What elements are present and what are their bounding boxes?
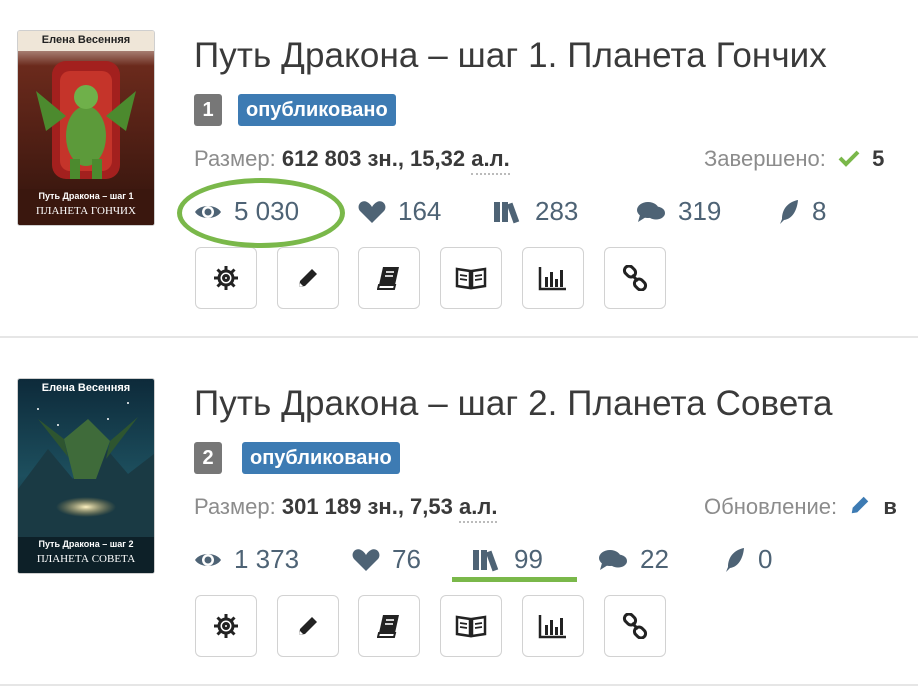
views-stat: 1 373 <box>194 544 299 575</box>
status-badge: опубликовано <box>242 442 400 474</box>
settings-button[interactable] <box>195 595 257 657</box>
library-stat: 283 <box>493 196 578 227</box>
completion-value: 5 <box>872 146 885 171</box>
heart-icon <box>358 200 386 223</box>
library-stat: 99 <box>472 544 543 575</box>
comments-icon <box>637 201 665 222</box>
link-button[interactable] <box>604 247 666 309</box>
open-book-icon <box>455 615 487 638</box>
feather-icon <box>780 199 798 224</box>
statistics-button[interactable] <box>522 595 584 657</box>
library-count: 283 <box>535 196 579 226</box>
rewards-stat: 0 <box>724 544 772 575</box>
link-button[interactable] <box>604 595 666 657</box>
book-icon <box>377 615 399 638</box>
cover-subtitle: Путь Дракона – шаг 2 <box>38 539 134 549</box>
comments-icon <box>599 549 627 570</box>
size-value: 301 189 зн., 7,53 <box>281 494 453 519</box>
library-icon <box>494 201 520 223</box>
book-title[interactable]: Путь Дракона – шаг 1. Планета Гончих <box>194 36 827 76</box>
settings-button[interactable] <box>195 247 257 309</box>
rewards-stat: 8 <box>778 196 826 227</box>
rewards-count: 8 <box>812 196 827 226</box>
likes-stat: 76 <box>352 544 421 575</box>
pencil-icon <box>852 496 869 514</box>
size-info: Размер: 612 803 зн., 15,32 а.л. <box>194 146 510 175</box>
cover-subtitle: Путь Дракона – шаг 1 <box>38 191 134 201</box>
edit-button[interactable] <box>277 247 339 309</box>
update-label: Обновление: <box>704 494 838 519</box>
chart-icon <box>538 615 566 639</box>
cover-author: Елена Весенняя <box>41 382 131 394</box>
status-badge: опубликовано <box>238 94 396 126</box>
likes-count: 164 <box>398 196 442 226</box>
book-card-1: Елена Весенняя Путь Дракона – шаг 1 ПЛАН… <box>0 0 918 340</box>
views-highlight-circle <box>177 178 345 248</box>
comments-stat: 22 <box>598 544 669 575</box>
comments-stat: 319 <box>636 196 721 227</box>
book-cover[interactable]: Елена Весенняя Путь Дракона – шаг 1 ПЛАН… <box>17 30 155 226</box>
book-button[interactable] <box>358 247 420 309</box>
book-title[interactable]: Путь Дракона – шаг 2. Планета Совета <box>194 384 833 424</box>
library-highlight-underline <box>452 577 577 582</box>
update-value: в <box>883 494 897 519</box>
feather-icon <box>726 547 744 572</box>
link-icon <box>622 265 648 291</box>
divider <box>0 336 918 338</box>
book-cover[interactable]: Елена Весенняя Путь Дракона – шаг 2 ПЛАН… <box>17 378 155 574</box>
completion-label: Завершено: <box>704 146 826 171</box>
link-icon <box>622 613 648 639</box>
size-label: Размер: <box>194 494 276 519</box>
gear-icon <box>214 614 238 638</box>
chart-icon <box>538 267 566 291</box>
book-card-2: Елена Весенняя Путь Дракона – шаг 2 ПЛАН… <box>0 348 918 688</box>
read-button[interactable] <box>440 247 502 309</box>
size-label: Размер: <box>194 146 276 171</box>
library-count: 99 <box>514 544 543 574</box>
read-button[interactable] <box>440 595 502 657</box>
size-unit[interactable]: а.л. <box>471 146 510 175</box>
open-book-icon <box>455 267 487 290</box>
book-number-badge: 1 <box>194 94 222 126</box>
completion-status: Завершено: 5 <box>704 146 884 172</box>
update-status: Обновление: в <box>704 494 897 520</box>
size-info: Размер: 301 189 зн., 7,53 а.л. <box>194 494 498 523</box>
divider <box>0 684 918 686</box>
library-icon <box>473 549 499 571</box>
book-button[interactable] <box>358 595 420 657</box>
size-unit[interactable]: а.л. <box>459 494 498 523</box>
views-count: 1 373 <box>234 544 300 574</box>
pencil-icon <box>299 617 317 635</box>
book-icon <box>377 267 399 290</box>
pencil-icon <box>299 269 317 287</box>
cover-title: ПЛАНЕТА ГОНЧИХ <box>36 205 136 217</box>
heart-icon <box>352 548 380 571</box>
cover-title: ПЛАНЕТА СОВЕТА <box>36 553 136 565</box>
cover-author: Елена Весенняя <box>41 34 131 46</box>
book-number-badge: 2 <box>194 442 222 474</box>
likes-count: 76 <box>392 544 421 574</box>
rewards-count: 0 <box>758 544 773 574</box>
edit-button[interactable] <box>277 595 339 657</box>
size-value: 612 803 зн., 15,32 <box>281 146 466 171</box>
comments-count: 22 <box>640 544 669 574</box>
eye-icon <box>195 553 221 566</box>
gear-icon <box>214 266 238 290</box>
statistics-button[interactable] <box>522 247 584 309</box>
likes-stat: 164 <box>358 196 441 227</box>
comments-count: 319 <box>678 196 722 226</box>
check-icon <box>838 150 860 167</box>
